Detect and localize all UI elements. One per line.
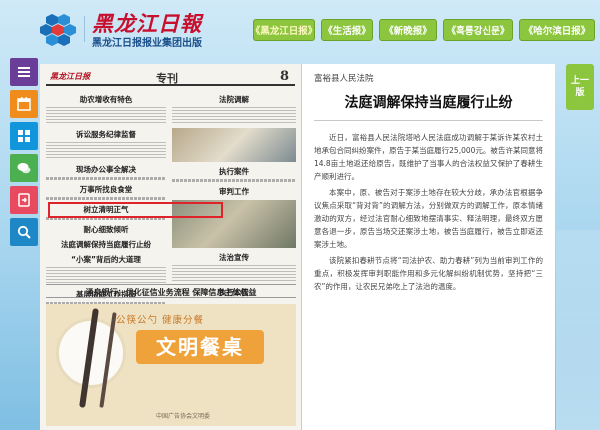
selected-article-highlight[interactable] — [48, 202, 223, 218]
search-icon — [17, 225, 31, 239]
text-block — [46, 267, 166, 285]
text-block — [46, 142, 166, 160]
nav-korean-daily[interactable]: 《흑룡강신문》 — [443, 19, 513, 41]
share-button[interactable] — [10, 186, 38, 214]
headline-link[interactable]: 执行案件 — [172, 166, 296, 177]
title-divider — [314, 120, 543, 121]
headline-link-selected[interactable]: 法庭调解保持当庭履行止纷 — [46, 239, 166, 250]
ad-slogan: 公筷公勺 健康分餐 — [116, 315, 205, 326]
news-photo — [172, 128, 296, 162]
menu-button[interactable] — [10, 58, 38, 86]
article-paragraph: 该院紧扣春耕节点将“司法护农、助力春耕”列为当前审判工作的重点，积极发挥审判职能… — [314, 256, 543, 291]
previous-page-button[interactable]: 上一 版 — [566, 64, 594, 110]
article-title: 法庭调解保持当庭履行止纷 — [344, 95, 513, 111]
previous-page-label-2: 版 — [575, 88, 585, 98]
ad-title: 文明餐桌 — [136, 330, 264, 364]
newspaper-column-left: 助农增收有特色 诉讼服务纪律监督 现场办公事全解决 万事所找良食堂 树立清明正气… — [46, 90, 166, 307]
masthead-title: 黑龙江日报 — [50, 72, 90, 81]
nav-heilongjiang-daily[interactable]: 《黑龙江日报》 — [251, 19, 317, 41]
site-header: 黑龙江日報 黑龙江日报报业集团出版 《黑龙江日报》 《生活报》 《新晚报》 《흑… — [0, 0, 600, 58]
share-icon — [18, 193, 30, 207]
newspaper-nav: 《黑龙江日报》 《生活报》 《新晚报》 《흑룡강신문》 《哈尔滨日报》 — [251, 19, 595, 41]
ad-footer: 中国广告协会文明委 — [156, 413, 211, 420]
nav-harbin-daily[interactable]: 《哈尔滨日报》 — [519, 19, 595, 41]
public-service-ad: 公筷公勺 健康分餐 文明餐桌 中国广告协会文明委 — [46, 304, 296, 426]
article-paragraph: 近日，富裕县人民法院塔哈人民法庭成功调解于某诉许某农村土地承包合同纠纷案件，原告… — [314, 133, 543, 181]
headline-link[interactable]: 诉讼服务纪律监督 — [46, 129, 166, 140]
banner-headline[interactable]: 涌泉银行：优化征信业务流程 保障信息主体权益 — [46, 284, 296, 298]
headline-link[interactable]: 万事所找良食堂 — [46, 184, 166, 195]
hexagon-logo-icon — [40, 14, 76, 46]
search-button[interactable] — [10, 218, 38, 246]
headline-link[interactable]: “小案”背后的大道理 — [46, 254, 166, 265]
left-toolbar — [10, 58, 38, 250]
calendar-icon — [17, 97, 31, 111]
previous-page-label: 上一 — [570, 76, 589, 86]
headline-link[interactable]: 现场办公事全解决 — [46, 164, 166, 175]
page-number: 8 — [279, 69, 289, 84]
article-source: 富裕县人民法院 — [314, 74, 374, 84]
headline-link[interactable]: 审判工作 — [172, 186, 296, 197]
headline-link[interactable]: 助农增收有特色 — [46, 94, 166, 105]
text-line — [172, 179, 296, 182]
text-block — [172, 265, 296, 283]
chat-icon — [17, 163, 31, 174]
nav-life-daily[interactable]: 《生活报》 — [321, 19, 373, 41]
headline-link[interactable]: 法治宣传 — [172, 252, 296, 263]
calendar-button[interactable] — [10, 90, 38, 118]
text-block — [46, 107, 166, 125]
layout-button[interactable] — [10, 122, 38, 150]
text-line — [46, 177, 166, 180]
nav-new-evening[interactable]: 《新晚报》 — [379, 19, 437, 41]
page-masthead: 黑龙江日报 专刊 8 — [46, 69, 295, 86]
section-label: 专刊 — [156, 72, 178, 85]
background-buildings — [556, 230, 600, 430]
menu-icon — [18, 67, 30, 77]
text-line — [46, 197, 166, 200]
grid-icon — [18, 130, 30, 142]
newspaper-page[interactable]: 黑龙江日报 专刊 8 助农增收有特色 诉讼服务纪律监督 现场办公事全解决 万事所… — [40, 64, 302, 430]
comment-button[interactable] — [10, 154, 38, 182]
headline-link[interactable]: 法院调解 — [172, 94, 296, 105]
text-block — [172, 107, 296, 125]
article-paragraph: 本案中，原、被告对于案涉土地存在较大分歧，承办法官根据争议焦点采取“背对背”的调… — [314, 188, 543, 249]
newspaper-column-right: 法院调解 执行案件 审判工作 法治宣传 执行公告 — [172, 90, 296, 300]
logo-subtitle: 黑龙江日报报业集团出版 — [92, 38, 202, 49]
logo-divider — [84, 16, 85, 42]
article-panel: 富裕县人民法院 法庭调解保持当庭履行止纷 近日，富裕县人民法院塔哈人民法庭成功调… — [302, 64, 555, 430]
headline-link[interactable]: 耐心细致倾听 — [46, 224, 166, 235]
